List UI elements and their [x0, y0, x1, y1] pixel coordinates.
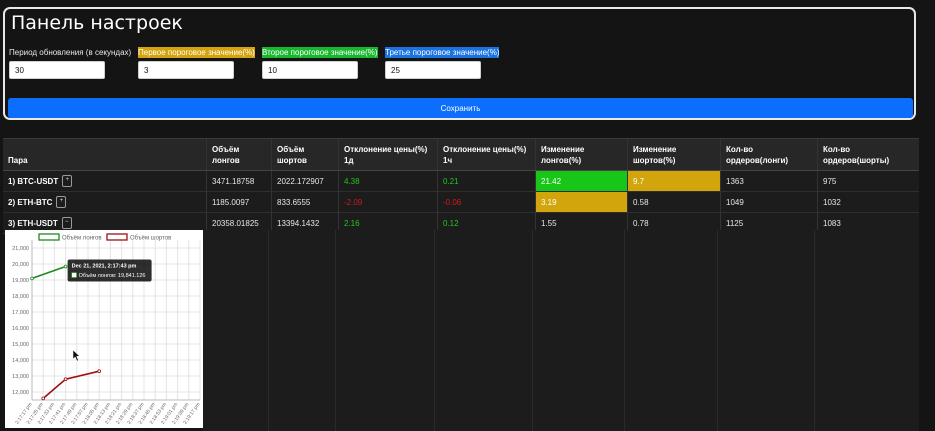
series-point — [63, 377, 68, 382]
volume-chart-svg: 12,000 13,000 14,000 15,000 16,000 17,000 18,0… — [12, 233, 202, 426]
settings-title: Панель настроек — [11, 12, 183, 34]
shorts-volume-cell: 833.6555 — [271, 192, 338, 212]
deviation-1d-cell: 4.38 — [338, 171, 437, 191]
y-tick-label: 21,000 — [12, 246, 29, 252]
legend-label: Объём шортов — [130, 236, 171, 242]
mouse-cursor-icon — [72, 349, 81, 362]
orders-long-cell: 1363 — [720, 171, 817, 191]
orders-long-cell: 1049 — [720, 192, 817, 212]
longs-volume-cell: 3471.18758 — [206, 171, 271, 191]
header-pair: Пара — [8, 156, 28, 165]
series-line — [42, 370, 100, 400]
header-orders-long: Кол-во ордеров(лонги) — [720, 139, 817, 170]
series-point — [41, 396, 45, 401]
header-deviation-1d: Отклонение цены(%) 1д — [338, 139, 437, 170]
threshold-2-label: Второе пороговое значение(%) — [262, 47, 378, 58]
y-tick-label: 17,000 — [12, 310, 29, 316]
volume-chart: 12,000 13,000 14,000 15,000 16,000 17,000 18,0… — [5, 230, 203, 428]
header-shorts-volume: Объём шортов — [271, 139, 338, 170]
longs-change-cell: 21.42 — [535, 171, 627, 191]
threshold-1-label: Первое пороговое значение(%) — [138, 47, 255, 58]
expanded-row-area — [203, 230, 919, 431]
y-tick-label: 12,000 — [12, 390, 29, 396]
tooltip-text: Объём лонгов: 19,841.126 — [79, 273, 146, 279]
legend-swatch — [106, 233, 128, 241]
legend-swatch — [38, 233, 60, 241]
deviation-1h-cell: -0.06 — [437, 192, 535, 212]
shorts-change-cell: 9.7 — [627, 171, 720, 191]
deviation-1d-cell: -2.09 — [338, 192, 437, 212]
pair-cell: 2) ETH-BTC + — [3, 192, 206, 212]
y-tick-label: 16,000 — [12, 326, 29, 332]
expand-toggle[interactable]: − — [61, 217, 72, 229]
header-longs-change: Изменение лонгов(%) — [535, 139, 627, 170]
threshold-3-label: Третье пороговое значение(%) — [385, 47, 500, 58]
header-orders-short: Кол-во ордеров(шорты) — [817, 139, 919, 170]
header-shorts-change: Изменение шортов(%) — [627, 139, 720, 170]
series-point — [30, 276, 34, 281]
y-tick-label: 15,000 — [12, 342, 29, 348]
y-tick-label: 20,000 — [12, 262, 29, 268]
legend-label: Объём лонгов — [62, 236, 102, 242]
table-header: Пара Объём лонгов Объём шортов Отклонение … — [3, 138, 919, 171]
refresh-period-input[interactable] — [9, 61, 105, 79]
series-line — [31, 265, 66, 280]
save-button[interactable]: Сохранить — [8, 98, 913, 118]
settings-panel: Панель настроек Период обновления (в сек… — [3, 7, 916, 120]
orders-short-cell: 975 — [817, 171, 919, 191]
expand-toggle[interactable]: + — [56, 196, 67, 208]
pair-cell: 1) BTC-USDT + — [3, 171, 206, 191]
expand-toggle[interactable]: + — [62, 175, 73, 187]
deviation-1h-cell: 0.21 — [437, 171, 535, 191]
header-longs-volume: Объём лонгов — [206, 139, 271, 170]
pairs-table: Пара Объём лонгов Объём шортов Отклонение … — [3, 138, 919, 234]
y-tick-label: 19,000 — [12, 278, 29, 284]
tooltip-title: Dec 21, 2021, 2:17:43 pm — [72, 264, 137, 270]
threshold-2-input[interactable] — [262, 61, 358, 79]
refresh-period-label: Период обновления (в секундах) — [9, 48, 132, 57]
longs-change-cell: 3.19 — [535, 192, 627, 212]
threshold-1-input[interactable] — [138, 61, 234, 79]
orders-short-cell: 1032 — [817, 192, 919, 212]
longs-volume-cell: 1185.0097 — [206, 192, 271, 212]
table-row: 2) ETH-BTC + 1185.0097 833.6555 -2.09 -0.… — [3, 192, 919, 213]
y-tick-label: 18,000 — [12, 294, 29, 300]
series-point — [97, 369, 101, 374]
y-tick-label: 14,000 — [12, 358, 29, 364]
header-deviation-1h: Отклонение цены(%) 1ч — [437, 139, 535, 170]
shorts-volume-cell: 2022.172907 — [271, 171, 338, 191]
series-point — [63, 264, 68, 269]
threshold-3-input[interactable] — [385, 61, 481, 79]
y-tick-label: 13,000 — [12, 374, 29, 380]
tooltip-swatch — [71, 272, 77, 278]
table-row: 1) BTC-USDT + 3471.18758 2022.172907 4.38… — [3, 171, 919, 192]
shorts-change-cell: 0.58 — [627, 192, 720, 212]
